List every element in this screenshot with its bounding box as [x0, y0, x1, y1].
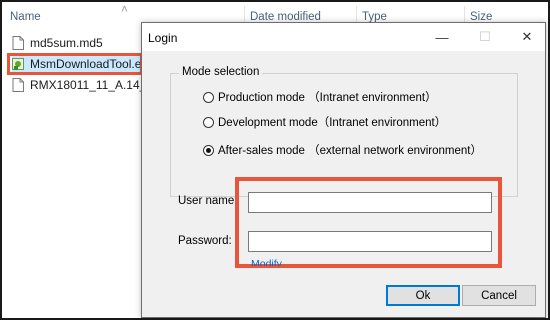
highlight-box	[7, 53, 143, 75]
file-name: md5sum.md5	[30, 36, 103, 50]
file-name: RMX18011_11_A.14_180	[30, 78, 155, 92]
dialog-title: Login	[148, 31, 178, 45]
radio-button[interactable]	[203, 91, 214, 103]
minimize-button[interactable]: —	[423, 23, 461, 51]
column-name[interactable]: Name	[10, 11, 41, 23]
radio-button[interactable]	[203, 116, 214, 128]
password-label: Password:	[178, 235, 232, 247]
login-dialog: Login — ☐ ✕ Mode selection Production mo…	[141, 22, 546, 318]
maximize-button: ☐	[479, 29, 491, 44]
radio-label: Production mode （Intranet environment）	[218, 92, 437, 104]
radio-button-checked[interactable]	[203, 144, 214, 156]
dialog-titlebar[interactable]: Login — ☐ ✕	[142, 23, 545, 51]
radio-after-sales-mode[interactable]: After-sales mode （external network envir…	[203, 142, 482, 158]
document-icon	[12, 36, 24, 50]
group-title: Mode selection	[179, 66, 263, 78]
file-row[interactable]: RMX18011_11_A.14_180	[12, 76, 155, 94]
radio-development-mode[interactable]: Development mode（Intranet environment）	[203, 114, 446, 130]
ok-button[interactable]: Ok	[386, 285, 460, 306]
document-icon	[12, 78, 24, 92]
file-row[interactable]: md5sum.md5	[12, 34, 103, 52]
radio-production-mode[interactable]: Production mode （Intranet environment）	[203, 89, 437, 105]
username-label: User name:	[178, 195, 238, 207]
highlight-box	[235, 177, 502, 268]
chevron-up-icon: ˄	[121, 2, 129, 16]
close-button[interactable]: ✕	[508, 23, 546, 51]
cancel-button[interactable]: Cancel	[462, 285, 536, 306]
modify-link[interactable]: Modify	[251, 258, 282, 266]
radio-label: Development mode（Intranet environment）	[218, 117, 447, 129]
radio-label: After-sales mode （external network envir…	[218, 145, 482, 157]
